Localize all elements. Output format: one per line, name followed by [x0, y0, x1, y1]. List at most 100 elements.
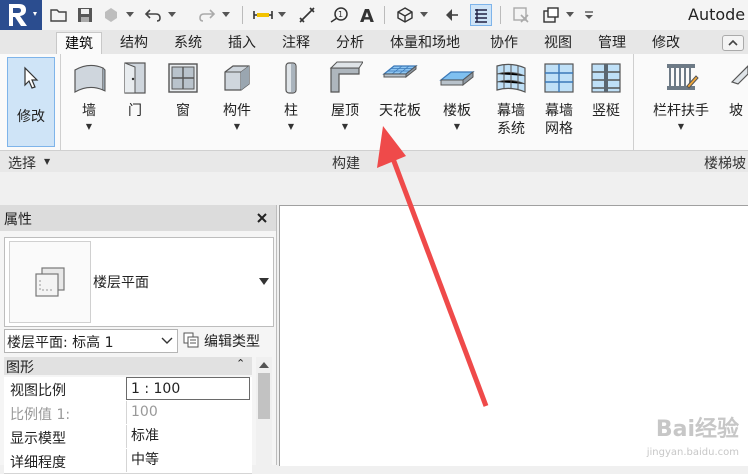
- select-panel-dropdown[interactable]: 选择 ▼: [0, 151, 60, 172]
- curtain-system-button[interactable]: 幕墙 系统: [488, 54, 534, 150]
- switch-windows-icon[interactable]: [540, 4, 562, 26]
- type-name: 楼层平面: [93, 275, 149, 291]
- property-key: 视图比例: [10, 383, 66, 399]
- railing-label: 栏杆扶手: [653, 103, 709, 119]
- application-menu-button[interactable]: [0, 0, 42, 30]
- wall-icon: [74, 64, 106, 94]
- quick-access-toolbar: 1 A Autode: [0, 0, 748, 31]
- mullion-icon: [591, 63, 621, 93]
- collapse-icon[interactable]: ⌃: [236, 357, 245, 370]
- watermark-sub: jingyan.baidu.com: [646, 447, 739, 458]
- undo-dropdown-icon[interactable]: [166, 4, 178, 26]
- edit-type-button[interactable]: 编辑类型: [182, 329, 274, 351]
- toolbar-gap: [0, 172, 748, 204]
- properties-header: 属性: [0, 205, 276, 231]
- property-row: 显示模型 标准: [4, 425, 252, 450]
- customize-toolbar-icon[interactable]: [582, 4, 596, 26]
- component-dropdown-icon[interactable]: ▼: [234, 122, 240, 131]
- roof-button[interactable]: 屋顶 ▼: [322, 54, 368, 150]
- floor-button[interactable]: 楼板 ▼: [434, 54, 480, 150]
- thin-lines-icon[interactable]: [470, 4, 492, 26]
- tab-annotate[interactable]: 注释: [274, 32, 318, 54]
- switch-windows-dropdown-icon[interactable]: [564, 4, 576, 26]
- property-value[interactable]: 标准: [126, 425, 250, 448]
- tab-systems[interactable]: 系统: [166, 32, 210, 54]
- open-icon[interactable]: [48, 4, 70, 26]
- view-scale-input[interactable]: 1 : 100: [126, 377, 250, 400]
- properties-scrollbar[interactable]: [256, 357, 272, 465]
- close-icon[interactable]: [256, 212, 268, 224]
- curtain-grid-label-2: 网格: [545, 121, 573, 137]
- aligned-dimension-icon[interactable]: [296, 4, 318, 26]
- measure-icon[interactable]: [252, 4, 274, 26]
- sync-icon[interactable]: [100, 4, 122, 26]
- properties-title: 属性: [4, 212, 32, 228]
- measure-dropdown-icon[interactable]: [276, 4, 288, 26]
- door-button[interactable]: 门: [114, 54, 156, 150]
- tab-modify[interactable]: 修改: [644, 32, 688, 54]
- railing-icon: [667, 64, 699, 90]
- scroll-up-icon[interactable]: [259, 361, 269, 369]
- tab-manage[interactable]: 管理: [590, 32, 634, 54]
- drawing-canvas[interactable]: Bai经验 jingyan.baidu.com: [279, 205, 748, 466]
- tab-architecture[interactable]: 建筑: [56, 32, 102, 55]
- property-key: 显示模型: [10, 431, 66, 447]
- tag-icon[interactable]: 1: [328, 4, 350, 26]
- type-selector[interactable]: 楼层平面: [4, 237, 274, 327]
- column-dropdown-icon[interactable]: ▼: [288, 122, 294, 131]
- roof-dropdown-icon[interactable]: ▼: [342, 122, 348, 131]
- tab-view[interactable]: 视图: [536, 32, 580, 54]
- redo-dropdown-icon[interactable]: [220, 4, 232, 26]
- floor-label: 楼板: [443, 103, 471, 119]
- select-panel-label: 选择: [8, 156, 36, 172]
- wall-dropdown-icon[interactable]: ▼: [86, 122, 92, 131]
- modify-label: 修改: [17, 109, 45, 125]
- toolbar-separator: [384, 6, 385, 24]
- close-hidden-windows-icon[interactable]: [510, 4, 532, 26]
- wall-button[interactable]: 墙 ▼: [68, 54, 110, 150]
- floor-dropdown-icon[interactable]: ▼: [454, 122, 460, 131]
- tab-structure[interactable]: 结构: [112, 32, 156, 54]
- group-graphics[interactable]: 图形 ⌃: [4, 357, 252, 376]
- ceiling-button[interactable]: 天花板: [374, 54, 426, 150]
- ramp-label: 坡: [729, 103, 743, 119]
- scrollbar-thumb[interactable]: [258, 373, 270, 419]
- window-title: Autode: [688, 5, 746, 24]
- curtain-system-label-2: 系统: [497, 121, 525, 137]
- door-icon: [124, 62, 146, 94]
- railing-button[interactable]: 栏杆扶手 ▼: [646, 54, 716, 150]
- property-value[interactable]: 中等: [126, 449, 250, 472]
- window-button[interactable]: 窗: [162, 54, 204, 150]
- 3d-view-icon[interactable]: [394, 4, 416, 26]
- 3d-view-dropdown-icon[interactable]: [418, 4, 430, 26]
- section-icon[interactable]: [440, 4, 462, 26]
- ribbon-tab-bar: 建筑 结构 系统 插入 注释 分析 体量和场地 协作 视图 管理 修改: [0, 30, 748, 55]
- tab-collaborate[interactable]: 协作: [482, 32, 526, 54]
- modify-button[interactable]: 修改: [7, 57, 55, 147]
- instance-filter-select[interactable]: 楼层平面: 标高 1: [4, 329, 178, 353]
- redo-icon[interactable]: [196, 4, 218, 26]
- railing-dropdown-icon[interactable]: ▼: [678, 122, 684, 131]
- text-icon[interactable]: A: [356, 4, 378, 26]
- sync-dropdown-icon[interactable]: [124, 4, 136, 26]
- ramp-button[interactable]: 坡: [724, 54, 748, 150]
- svg-text:1: 1: [338, 10, 343, 19]
- save-icon[interactable]: [74, 4, 96, 26]
- tab-analyze[interactable]: 分析: [328, 32, 372, 54]
- group-label: 图形: [6, 360, 34, 376]
- ribbon-minimize-button[interactable]: [722, 35, 744, 51]
- property-row: 详细程度 中等: [4, 449, 252, 474]
- curtain-grid-button[interactable]: 幕墙 网格: [536, 54, 582, 150]
- column-button[interactable]: 柱 ▼: [270, 54, 312, 150]
- component-button[interactable]: 构件 ▼: [214, 54, 260, 150]
- property-row: 比例值 1: 100: [4, 401, 252, 426]
- tab-massing-site[interactable]: 体量和场地: [382, 32, 468, 54]
- tab-insert[interactable]: 插入: [220, 32, 264, 54]
- mullion-label: 竖梃: [592, 103, 620, 119]
- column-label: 柱: [284, 103, 298, 119]
- property-row: 视图比例 1 : 100: [4, 377, 252, 402]
- mullion-button[interactable]: 竖梃: [584, 54, 628, 150]
- property-key: 比例值 1:: [10, 407, 71, 423]
- ramp-icon: [730, 65, 748, 85]
- undo-icon[interactable]: [142, 4, 164, 26]
